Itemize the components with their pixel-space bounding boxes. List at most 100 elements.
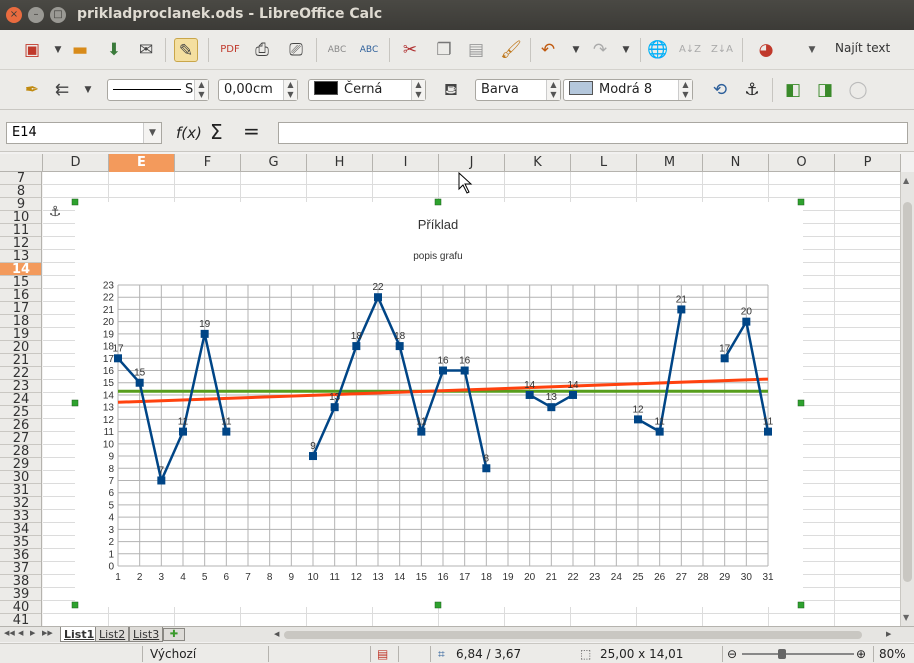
column-header-m[interactable]: M bbox=[637, 154, 703, 172]
toolbar-overflow-icon[interactable]: ▼ bbox=[800, 38, 824, 62]
spin-icon[interactable]: ▲ ▼ bbox=[678, 80, 692, 100]
document-signature-icon[interactable]: ▤ bbox=[377, 647, 388, 661]
zoom-slider[interactable] bbox=[742, 649, 854, 659]
column-header-o[interactable]: O bbox=[769, 154, 835, 172]
minimize-window-button[interactable]: – bbox=[28, 7, 44, 23]
function-button[interactable]: = bbox=[243, 119, 260, 143]
name-box[interactable]: E14 ▼ bbox=[6, 122, 162, 144]
scroll-right-icon[interactable]: ▶ bbox=[886, 630, 891, 638]
line-width-field[interactable]: 0,00cm ▲ ▼ bbox=[218, 79, 298, 101]
spin-icon[interactable]: ▲ ▼ bbox=[546, 80, 560, 100]
line-color-select[interactable]: Černá ▲ ▼ bbox=[308, 79, 426, 101]
sheet-tab-list3[interactable]: List3 bbox=[129, 627, 164, 642]
prev-sheet-icon[interactable]: ◀ bbox=[18, 629, 23, 637]
sheet-tab-list2[interactable]: List2 bbox=[95, 627, 130, 642]
column-header-p[interactable]: P bbox=[835, 154, 901, 172]
print-icon[interactable]: ⎙ bbox=[250, 38, 274, 62]
anchor-icon[interactable]: ⚓ bbox=[740, 78, 764, 102]
copy-icon[interactable]: ❐ bbox=[432, 38, 456, 62]
add-sheet-button[interactable]: ✚ bbox=[163, 628, 185, 641]
spin-icon[interactable]: ▲ ▼ bbox=[411, 80, 425, 100]
zoom-out-icon[interactable]: ⊖ bbox=[727, 647, 737, 661]
sort-descending-icon[interactable]: Z↓A bbox=[710, 38, 734, 62]
arrow-style-dropdown-icon[interactable]: ▼ bbox=[76, 78, 100, 102]
paste-icon[interactable]: ▤ bbox=[464, 38, 488, 62]
function-wizard-button[interactable]: f(x) bbox=[176, 124, 202, 142]
column-header-k[interactable]: K bbox=[505, 154, 571, 172]
y-tick-label: 3 bbox=[108, 525, 114, 536]
next-sheet-icon[interactable]: ▶ bbox=[30, 629, 35, 637]
cut-icon[interactable]: ✂ bbox=[398, 38, 422, 62]
line-style-select[interactable]: S ▲ ▼ bbox=[107, 79, 209, 101]
area-style-select[interactable]: Barva ▲ ▼ bbox=[475, 79, 561, 101]
first-sheet-icon[interactable]: ◀◀ bbox=[4, 629, 15, 637]
x-tick-label: 5 bbox=[202, 572, 208, 583]
print-preview-icon[interactable]: ⎚ bbox=[284, 38, 308, 62]
new-document-icon[interactable]: ▣ bbox=[20, 38, 44, 62]
vertical-scroll-thumb[interactable] bbox=[903, 202, 912, 582]
zoom-level[interactable]: 80% bbox=[879, 647, 906, 661]
data-point-marker bbox=[764, 427, 772, 436]
column-header-e[interactable]: E bbox=[109, 154, 175, 172]
horizontal-scroll-thumb[interactable] bbox=[284, 631, 862, 639]
undo-icon[interactable]: ↶ bbox=[536, 38, 560, 62]
column-header-i[interactable]: I bbox=[373, 154, 439, 172]
spellcheck-icon[interactable]: ABC bbox=[325, 38, 349, 62]
group-icon[interactable]: ◯ bbox=[846, 78, 870, 102]
spin-icon[interactable]: ▲ ▼ bbox=[283, 80, 297, 100]
column-header-j[interactable]: J bbox=[439, 154, 505, 172]
scroll-down-icon[interactable]: ▼ bbox=[903, 613, 909, 622]
last-sheet-icon[interactable]: ▶▶ bbox=[42, 629, 53, 637]
zoom-slider-knob[interactable] bbox=[778, 649, 786, 659]
spin-icon[interactable]: ▲ ▼ bbox=[194, 80, 208, 100]
maximize-window-button[interactable]: □ bbox=[50, 7, 66, 23]
area-color-select[interactable]: Modrá 8 ▲ ▼ bbox=[563, 79, 693, 101]
rotate-icon[interactable]: ⟲ bbox=[708, 78, 732, 102]
sheet-tab-list1[interactable]: List1 bbox=[60, 627, 99, 642]
mail-icon[interactable]: ✉ bbox=[134, 38, 158, 62]
arrow-style-icon[interactable]: ⇇ bbox=[50, 78, 74, 102]
chevron-down-icon[interactable]: ▼ bbox=[143, 123, 161, 143]
hyperlink-icon[interactable]: 🌐 bbox=[646, 38, 670, 62]
page-style[interactable]: Výchozí bbox=[150, 647, 196, 661]
export-pdf-icon[interactable]: PDF bbox=[218, 38, 242, 62]
area-fill-icon[interactable]: ⛾ bbox=[439, 78, 463, 102]
sort-ascending-icon[interactable]: A↓Z bbox=[678, 38, 702, 62]
column-header-d[interactable]: D bbox=[43, 154, 109, 172]
autospellcheck-icon[interactable]: ABC bbox=[357, 38, 381, 62]
formula-input[interactable] bbox=[278, 122, 908, 144]
select-all-corner[interactable] bbox=[0, 154, 43, 172]
column-header-n[interactable]: N bbox=[703, 154, 769, 172]
redo-icon[interactable]: ↷ bbox=[588, 38, 612, 62]
select-pen-icon[interactable]: ✒ bbox=[20, 78, 44, 102]
save-icon[interactable]: ⬇ bbox=[102, 38, 126, 62]
horizontal-scrollbar[interactable]: ◀ ▶ bbox=[272, 629, 896, 641]
column-header-h[interactable]: H bbox=[307, 154, 373, 172]
scroll-up-icon[interactable]: ▲ bbox=[903, 176, 909, 185]
find-text-label[interactable]: Najít text bbox=[835, 41, 890, 55]
chart-icon[interactable]: ◕ bbox=[754, 38, 778, 62]
edit-mode-icon[interactable]: ✎ bbox=[174, 38, 198, 62]
vertical-scrollbar[interactable]: ▲ ▼ bbox=[900, 172, 914, 626]
close-window-button[interactable]: × bbox=[6, 7, 22, 23]
column-header-g[interactable]: G bbox=[241, 154, 307, 172]
zoom-in-icon[interactable]: ⊕ bbox=[856, 647, 866, 661]
data-label: 16 bbox=[459, 356, 471, 367]
send-to-back-icon[interactable]: ◨ bbox=[813, 78, 837, 102]
row-header-41[interactable]: 41 bbox=[0, 614, 41, 626]
undo-dropdown-icon[interactable]: ▼ bbox=[564, 38, 588, 62]
new-dropdown-icon[interactable]: ▼ bbox=[46, 38, 70, 62]
line-chart[interactable]: 012345678910111213141516171819202122231 2… bbox=[43, 172, 900, 626]
column-header-f[interactable]: F bbox=[175, 154, 241, 172]
redo-dropdown-icon[interactable]: ▼ bbox=[614, 38, 638, 62]
chart-background bbox=[75, 202, 803, 607]
open-folder-icon[interactable]: ▬ bbox=[68, 38, 92, 62]
data-point-marker bbox=[200, 329, 209, 338]
y-tick-label: 15 bbox=[103, 378, 115, 389]
bring-to-front-icon[interactable]: ◧ bbox=[781, 78, 805, 102]
clone-formatting-icon[interactable]: 🖌 bbox=[499, 38, 523, 62]
column-header-l[interactable]: L bbox=[571, 154, 637, 172]
sum-button[interactable]: Σ bbox=[210, 120, 223, 144]
scroll-left-icon[interactable]: ◀ bbox=[274, 630, 279, 638]
spreadsheet-grid[interactable]: 0 1 2 3 4 5 6 7 8 9 10 11 12 13 14 15 16 17 18 19 20 21 22 23 1 2… bbox=[43, 172, 900, 626]
